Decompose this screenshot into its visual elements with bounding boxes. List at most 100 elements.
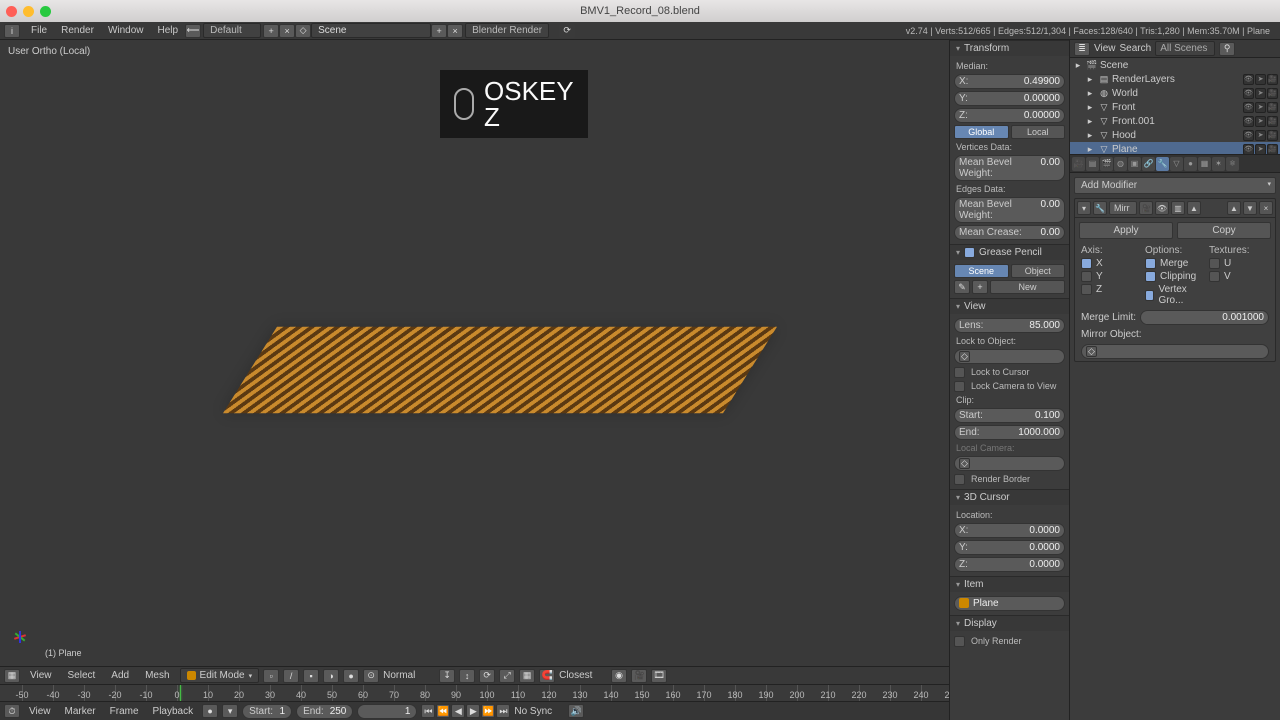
menu-help[interactable]: Help bbox=[151, 25, 186, 36]
cursor-y-field[interactable]: Y:0.0000 bbox=[954, 540, 1065, 555]
lock-object-field[interactable]: ◇ bbox=[954, 349, 1065, 364]
outliner-row[interactable]: ▸▤RenderLayers👁➤🎥 bbox=[1070, 72, 1280, 86]
tab-layers-icon[interactable]: ▤ bbox=[1086, 157, 1099, 171]
restrict-select-icon[interactable]: ➤ bbox=[1255, 74, 1266, 85]
tab-constraints-icon[interactable]: 🔗 bbox=[1142, 157, 1155, 171]
mod-display-icon[interactable]: 👁 bbox=[1155, 201, 1169, 215]
restrict-view-icon[interactable]: 👁 bbox=[1243, 102, 1254, 113]
render-engine-select[interactable]: Blender Render bbox=[465, 23, 549, 38]
mean-bevel-v-field[interactable]: Mean Bevel Weight:0.00 bbox=[954, 155, 1065, 181]
manip-t-icon[interactable]: ↕ bbox=[459, 669, 475, 683]
update-icon[interactable]: ⟳ bbox=[559, 24, 575, 38]
cursor-x-field[interactable]: X:0.0000 bbox=[954, 523, 1065, 538]
menu-select[interactable]: Select bbox=[62, 670, 102, 681]
close-icon[interactable] bbox=[6, 6, 17, 17]
restrict-view-icon[interactable]: 👁 bbox=[1243, 74, 1254, 85]
np-display-header[interactable]: Display bbox=[950, 616, 1069, 631]
manip-s-icon[interactable]: ⤢ bbox=[499, 669, 515, 683]
restrict-select-icon[interactable]: ➤ bbox=[1255, 130, 1266, 141]
cam-picker-icon[interactable]: ◇ bbox=[959, 458, 970, 469]
tab-modifiers-icon[interactable]: 🔧 bbox=[1156, 157, 1169, 171]
tab-world-icon[interactable]: ◍ bbox=[1114, 157, 1127, 171]
mesh-plane-object[interactable] bbox=[223, 327, 777, 413]
menu-render[interactable]: Render bbox=[54, 25, 101, 36]
ol-menu-search[interactable]: Search bbox=[1120, 43, 1152, 54]
render-preview-icon[interactable]: 🎥 bbox=[631, 669, 647, 683]
timeline-cursor[interactable] bbox=[180, 685, 181, 701]
mod-moveup-icon[interactable]: ▲ bbox=[1227, 201, 1241, 215]
jump-start-icon[interactable]: ⏮ bbox=[421, 704, 435, 718]
axis-y-check[interactable] bbox=[1081, 271, 1092, 282]
keyframe-prev-icon[interactable]: ⏪ bbox=[436, 704, 450, 718]
gp-new-button[interactable]: New bbox=[990, 280, 1065, 294]
audio-mute-icon[interactable]: 🔊 bbox=[568, 704, 584, 718]
tab-material-icon[interactable]: ● bbox=[1184, 157, 1197, 171]
tex-u-check[interactable] bbox=[1209, 258, 1220, 269]
view3d-region[interactable]: User Ortho (Local) OSKEY Z (1) Plane bbox=[0, 40, 949, 666]
tab-scene-icon[interactable]: 🎬 bbox=[1100, 157, 1113, 171]
tab-data-icon[interactable]: ▽ bbox=[1170, 157, 1183, 171]
zoom-icon[interactable] bbox=[40, 6, 51, 17]
scene-name-input[interactable]: Scene bbox=[311, 23, 431, 38]
mod-copy-button[interactable]: Copy bbox=[1177, 222, 1271, 239]
restrict-view-icon[interactable]: 👁 bbox=[1243, 116, 1254, 127]
tab-render-icon[interactable]: 🎥 bbox=[1072, 157, 1085, 171]
outliner-row[interactable]: ▸◍World👁➤🎥 bbox=[1070, 86, 1280, 100]
outliner-row[interactable]: ▸▽Plane👁➤🎥 bbox=[1070, 142, 1280, 154]
item-name-field[interactable]: Plane bbox=[954, 596, 1065, 611]
menu-add[interactable]: Add bbox=[105, 670, 135, 681]
ol-menu-view[interactable]: View bbox=[1094, 43, 1116, 54]
sync-select[interactable]: No Sync bbox=[514, 706, 564, 717]
tl-menu-frame[interactable]: Frame bbox=[105, 706, 144, 717]
outliner-tree[interactable]: ▸🎬Scene▸▤RenderLayers👁➤🎥▸◍World👁➤🎥 ▸▽Fron… bbox=[1070, 58, 1280, 154]
tab-object-icon[interactable]: ▣ bbox=[1128, 157, 1141, 171]
tree-expand-icon[interactable]: ▸ bbox=[1084, 101, 1096, 113]
play-icon[interactable]: ▶ bbox=[466, 704, 480, 718]
layers-icon[interactable]: ▦ bbox=[519, 669, 535, 683]
scene-browse-icon[interactable]: ◇ bbox=[295, 24, 311, 38]
screen-layout-select[interactable]: Default bbox=[203, 23, 261, 38]
window-controls[interactable] bbox=[6, 6, 51, 17]
tree-expand-icon[interactable]: ▸ bbox=[1084, 143, 1096, 154]
global-button[interactable]: Global bbox=[954, 125, 1009, 139]
outliner-row[interactable]: ▸🎬Scene bbox=[1070, 58, 1280, 72]
render-anim-icon[interactable]: 🎞 bbox=[651, 669, 667, 683]
mod-movedown-icon[interactable]: ▼ bbox=[1243, 201, 1257, 215]
np-cursor-header[interactable]: 3D Cursor bbox=[950, 490, 1069, 505]
mod-apply-button[interactable]: Apply bbox=[1079, 222, 1173, 239]
autokey-opts-icon[interactable]: ▾ bbox=[222, 704, 238, 718]
tree-expand-icon[interactable]: ▸ bbox=[1084, 129, 1096, 141]
lens-field[interactable]: Lens:85.000 bbox=[954, 318, 1065, 333]
current-frame-field[interactable]: 1 bbox=[357, 704, 417, 719]
menu-window[interactable]: Window bbox=[101, 25, 151, 36]
restrict-render-icon[interactable]: 🎥 bbox=[1267, 130, 1278, 141]
restrict-render-icon[interactable]: 🎥 bbox=[1267, 102, 1278, 113]
timeline-ruler[interactable]: -50-40-30-20-100102030405060708090100110… bbox=[0, 685, 949, 702]
keyframe-next-icon[interactable]: ⏩ bbox=[481, 704, 495, 718]
outliner-row[interactable]: ▸▽Front.001👁➤🎥 bbox=[1070, 114, 1280, 128]
gp-object-button[interactable]: Object bbox=[1011, 264, 1066, 278]
restrict-render-icon[interactable]: 🎥 bbox=[1267, 88, 1278, 99]
start-frame-field[interactable]: Start:1 bbox=[242, 704, 292, 719]
restrict-render-icon[interactable]: 🎥 bbox=[1267, 74, 1278, 85]
sel-vert-icon[interactable]: ▫ bbox=[263, 669, 279, 683]
tab-physics-icon[interactable]: ⚛ bbox=[1226, 157, 1239, 171]
manip-icon[interactable]: ↧ bbox=[439, 669, 455, 683]
view3d-editor-icon[interactable]: ▦ bbox=[4, 669, 20, 683]
vgroup-check[interactable] bbox=[1145, 290, 1154, 301]
object-picker-icon[interactable]: ◇ bbox=[959, 351, 970, 362]
outliner-row[interactable]: ▸▽Hood👁➤🎥 bbox=[1070, 128, 1280, 142]
local-cam-field[interactable]: ◇ bbox=[954, 456, 1065, 471]
restrict-view-icon[interactable]: 👁 bbox=[1243, 144, 1254, 155]
menu-view[interactable]: View bbox=[24, 670, 58, 681]
np-view-header[interactable]: View bbox=[950, 299, 1069, 314]
mode-select[interactable]: Edit Mode▾ bbox=[180, 668, 260, 683]
mod-render-icon[interactable]: 🎥 bbox=[1139, 201, 1153, 215]
only-render-check[interactable] bbox=[954, 636, 965, 647]
clipping-check[interactable] bbox=[1145, 271, 1156, 282]
restrict-select-icon[interactable]: ➤ bbox=[1255, 88, 1266, 99]
back-to-previous-icon[interactable]: ⟵ bbox=[185, 24, 201, 38]
tree-expand-icon[interactable]: ▸ bbox=[1084, 87, 1096, 99]
axis-z-check[interactable] bbox=[1081, 284, 1092, 295]
orientation-select[interactable]: Normal bbox=[383, 670, 435, 681]
